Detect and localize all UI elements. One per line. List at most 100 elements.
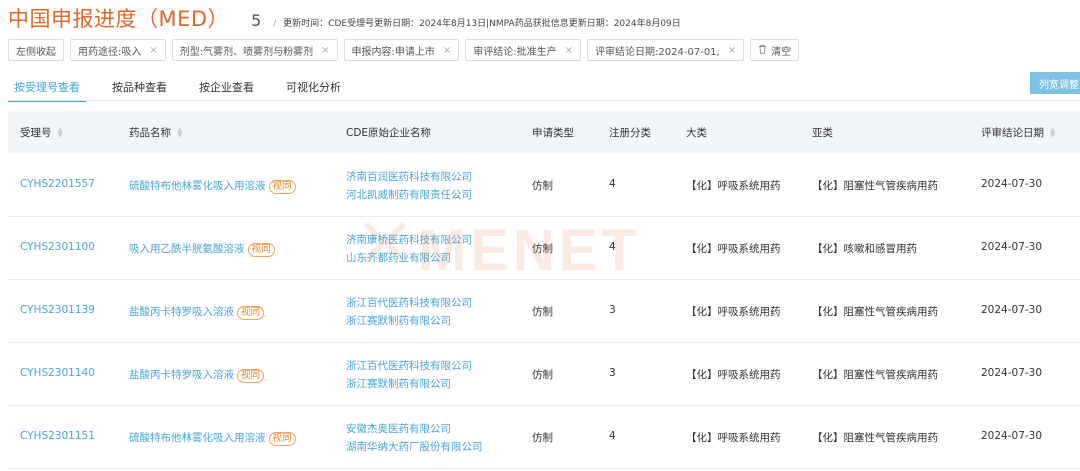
results-table: 受理号 ▲ ▼ 药品名称 ▲ ▼ CDE原始企业名称 申请类型 注册分类 大类 亚类… <box>8 111 1080 471</box>
company-link[interactable]: 山东齐都药业有限公司 <box>346 249 472 267</box>
tab-by-drug[interactable]: 按品种查看 <box>106 76 173 100</box>
filter-chip-review-date[interactable]: 评审结论日期:2024-07-01, × <box>587 39 745 61</box>
status-badge: 视同 <box>268 432 296 446</box>
table-row[interactable]: CYHS2301100 吸入用乙酰半胱氨酸溶液 视同 济南康桥医药科技有限公司 山东齐都… <box>8 216 1080 280</box>
drug-name-link[interactable]: 盐酸丙卡特罗吸入溶液 <box>129 306 234 318</box>
close-icon[interactable]: × <box>565 45 573 56</box>
category-cell: 【化】呼吸系统用药 <box>686 180 781 192</box>
filter-chip-label: 申报内容:申请上市 <box>351 46 435 58</box>
header-acceptance-no: 受理号 ▲ ▼ <box>20 125 63 140</box>
trash-icon <box>758 44 767 57</box>
registration-class-cell: 3 <box>609 304 616 316</box>
acceptance-no-link[interactable]: CYHS2301151 <box>20 430 95 442</box>
drug-name-cell: 盐酸丙卡特罗吸入溶液 视同 <box>129 304 265 320</box>
review-date-cell: 2024-07-30 <box>981 241 1043 253</box>
subcategory-cell: 【化】阻塞性气管疾病用药 <box>812 432 938 444</box>
filter-chip-dosage-form[interactable]: 剂型:气雾剂、喷雾剂与粉雾剂 × <box>171 39 338 61</box>
drug-name-cell: 盐酸丙卡特罗吸入溶液 视同 <box>129 367 265 383</box>
drug-name-link[interactable]: 吸入用乙酰半胱氨酸溶液 <box>129 243 245 255</box>
close-icon[interactable]: × <box>443 45 451 56</box>
page-header: 中国申报进度（MED） 5 / 更新时间：CDE受理号更新日期：2024年8月1… <box>8 3 681 35</box>
company-list: 济南康桥医药科技有限公司 山东齐都药业有限公司 <box>346 231 472 267</box>
filter-chip-label: 评审结论日期:2024-07-01, <box>595 46 720 58</box>
view-tabs: 按受理号查看 按品种查看 按企业查看 可视化分析 <box>8 76 367 102</box>
company-link[interactable]: 浙江赛默制药有限公司 <box>346 312 472 330</box>
filter-chip-review-conclusion[interactable]: 审评结论:批准生产 × <box>465 39 582 61</box>
page-title: 中国申报进度（MED） <box>8 7 230 31</box>
acceptance-no-link[interactable]: CYHS2301139 <box>20 304 95 316</box>
category-cell: 【化】呼吸系统用药 <box>686 369 781 381</box>
company-link[interactable]: 浙江百代医药科技有限公司 <box>346 357 472 375</box>
drug-name-link[interactable]: 硫酸特布他林雾化吸入用溶液 <box>129 180 266 192</box>
application-type-cell: 仿制 <box>532 243 553 255</box>
filter-chip-route[interactable]: 用药途径:吸入 × <box>70 39 166 61</box>
clear-filters-button[interactable]: 清空 <box>750 39 800 61</box>
collapse-left-button[interactable]: 左侧收起 <box>8 39 64 61</box>
table-row[interactable]: CYHS2201557 硫酸特布他林雾化吸入用溶液 视同 济南百润医药科技有限公司 河北… <box>8 153 1080 217</box>
sort-icon[interactable]: ▲ ▼ <box>177 126 182 138</box>
close-icon[interactable]: × <box>728 45 736 56</box>
tab-by-acceptance-no[interactable]: 按受理号查看 <box>8 76 86 102</box>
collapse-left-label: 左侧收起 <box>16 46 56 58</box>
application-type-cell: 仿制 <box>532 306 553 318</box>
table-row[interactable]: CYHS2301140 盐酸丙卡特罗吸入溶液 视同 浙江百代医药科技有限公司 浙江赛默制… <box>8 342 1080 406</box>
application-type-cell: 仿制 <box>532 180 553 192</box>
drug-name-cell: 硫酸特布他林雾化吸入用溶液 视同 <box>129 178 296 194</box>
review-date-cell: 2024-07-30 <box>981 367 1043 379</box>
review-date-cell: 2024-07-30 <box>981 178 1043 190</box>
drug-name-cell: 吸入用乙酰半胱氨酸溶液 视同 <box>129 241 275 257</box>
acceptance-no-link[interactable]: CYHS2301140 <box>20 367 95 379</box>
table-row[interactable]: CYHS2301151 硫酸特布他林雾化吸入用溶液 视同 安徽杰奥医药有限公司 湖南华纳… <box>8 405 1080 469</box>
drug-name-link[interactable]: 硫酸特布他林雾化吸入用溶液 <box>129 432 266 444</box>
column-width-button[interactable]: 列宽调整 <box>1030 72 1080 94</box>
application-type-cell: 仿制 <box>532 432 553 444</box>
table-header: 受理号 ▲ ▼ 药品名称 ▲ ▼ CDE原始企业名称 申请类型 注册分类 大类 亚类… <box>8 111 1080 153</box>
header-label: 受理号 <box>20 127 52 139</box>
registration-class-cell: 4 <box>609 178 616 190</box>
update-text: 更新时间：CDE受理号更新日期：2024年8月13日|NMPA药品获批信息更新日… <box>283 19 681 29</box>
update-info: / 更新时间：CDE受理号更新日期：2024年8月13日|NMPA药品获批信息更… <box>273 16 681 29</box>
company-link[interactable]: 安徽杰奥医药有限公司 <box>346 420 483 438</box>
filter-chip-label: 用药途径:吸入 <box>78 46 142 58</box>
filter-chip-application-content[interactable]: 申报内容:申请上市 × <box>343 39 460 61</box>
company-link[interactable]: 河北凯威制药有限责任公司 <box>346 186 472 204</box>
tab-visual-analysis[interactable]: 可视化分析 <box>280 76 347 100</box>
subcategory-cell: 【化】阻塞性气管疾病用药 <box>812 180 938 192</box>
sort-icon[interactable]: ▲ ▼ <box>1050 126 1055 138</box>
tab-by-company[interactable]: 按企业查看 <box>193 76 260 100</box>
drug-name-link[interactable]: 盐酸丙卡特罗吸入溶液 <box>129 369 234 381</box>
filter-chip-label: 剂型:气雾剂、喷雾剂与粉雾剂 <box>179 46 314 58</box>
header-registration-class: 注册分类 <box>609 127 651 139</box>
company-list: 济南百润医药科技有限公司 河北凯威制药有限责任公司 <box>346 168 472 204</box>
company-link[interactable]: 济南康桥医药科技有限公司 <box>346 231 472 249</box>
status-badge: 视同 <box>268 180 296 194</box>
header-drug-name: 药品名称 ▲ ▼ <box>129 125 182 140</box>
header-application-type: 申请类型 <box>532 127 574 139</box>
acceptance-no-link[interactable]: CYHS2201557 <box>20 178 95 190</box>
category-cell: 【化】呼吸系统用药 <box>686 306 781 318</box>
acceptance-no-link[interactable]: CYHS2301100 <box>20 241 95 253</box>
subcategory-cell: 【化】咳嗽和感冒用药 <box>812 243 917 255</box>
header-label: 药品名称 <box>129 127 171 139</box>
result-count: 5 <box>251 11 262 30</box>
company-link[interactable]: 浙江赛默制药有限公司 <box>346 375 472 393</box>
review-date-cell: 2024-07-30 <box>981 304 1043 316</box>
company-link[interactable]: 湖南华纳大药厂股份有限公司 <box>346 438 483 456</box>
company-list: 安徽杰奥医药有限公司 湖南华纳大药厂股份有限公司 <box>346 420 483 456</box>
subcategory-cell: 【化】阻塞性气管疾病用药 <box>812 369 938 381</box>
status-badge: 视同 <box>237 369 265 383</box>
filter-bar: 左侧收起 用药途径:吸入 × 剂型:气雾剂、喷雾剂与粉雾剂 × 申报内容:申请上… <box>8 39 800 61</box>
close-icon[interactable]: × <box>149 45 157 56</box>
header-company: CDE原始企业名称 <box>346 127 432 139</box>
status-badge: 视同 <box>247 243 275 257</box>
sort-icon[interactable]: ▲ ▼ <box>58 126 63 138</box>
clear-filters-label: 清空 <box>771 46 792 58</box>
header-subcategory: 亚类 <box>812 127 833 139</box>
company-link[interactable]: 浙江百代医药科技有限公司 <box>346 294 472 312</box>
application-type-cell: 仿制 <box>532 369 553 381</box>
registration-class-cell: 3 <box>609 367 616 379</box>
company-link[interactable]: 济南百润医药科技有限公司 <box>346 168 472 186</box>
registration-class-cell: 4 <box>609 241 616 253</box>
close-icon[interactable]: × <box>321 45 329 56</box>
table-row[interactable]: CYHS2301139 盐酸丙卡特罗吸入溶液 视同 浙江百代医药科技有限公司 浙江赛默制… <box>8 279 1080 343</box>
